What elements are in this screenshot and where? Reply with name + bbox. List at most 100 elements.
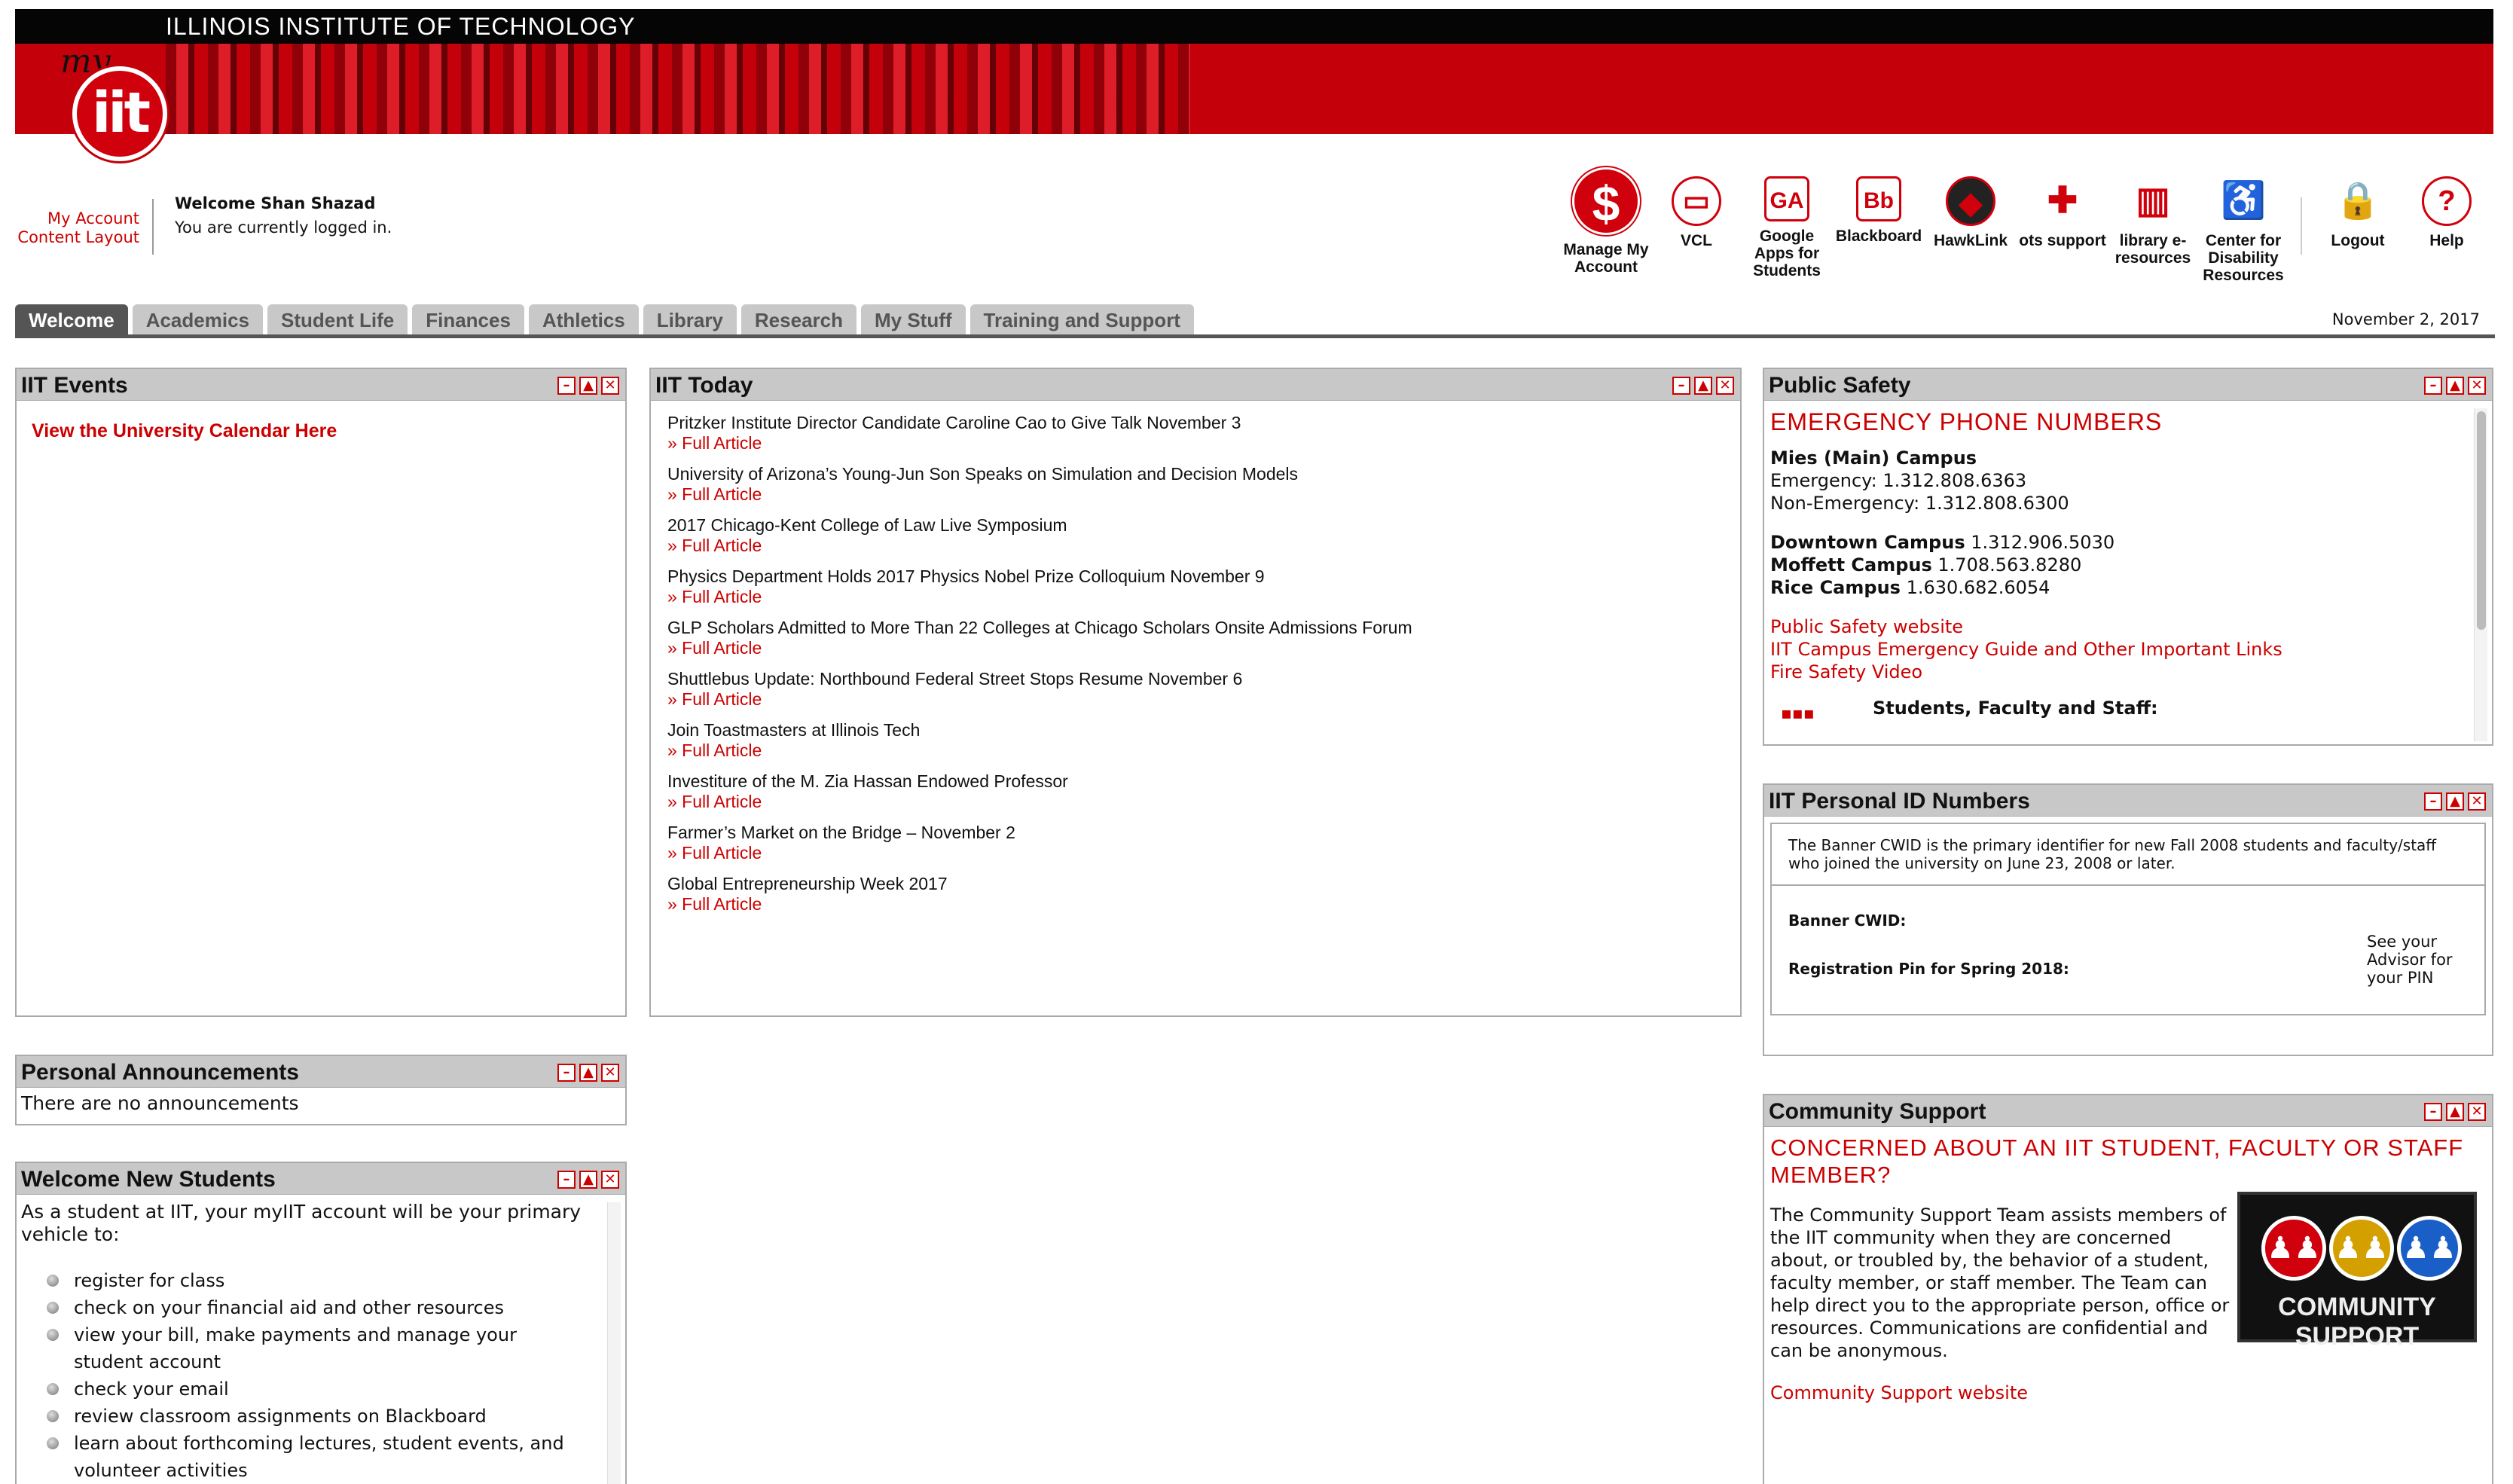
quick-link-google-apps[interactable]: GA Google Apps for Students (1743, 167, 1831, 279)
quick-link-ots-support[interactable]: ✚ ots support (2019, 167, 2106, 249)
rice-campus: Rice Campus 1.630.682.6054 (1770, 576, 2486, 599)
public-safety-website-link[interactable]: Public Safety website (1770, 615, 2486, 638)
news-item: Investiture of the M. Zia Hassan Endowed… (667, 771, 1724, 812)
current-date: November 2, 2017 (2331, 310, 2480, 328)
news-item: Shuttlebus Update: Northbound Federal St… (667, 669, 1724, 710)
portlet-controls: – ▲ ✕ (2424, 377, 2486, 395)
quick-link-label: VCL (1681, 232, 1712, 249)
emergency-guide-link[interactable]: IIT Campus Emergency Guide and Other Imp… (1770, 638, 2486, 661)
library-icon: ▥ (2136, 181, 2170, 221)
minimize-icon[interactable]: – (2424, 377, 2442, 395)
pin-note: See your Advisor for your PIN (2367, 933, 2453, 987)
people-icon: ♟♟ (2261, 1216, 2326, 1281)
quick-link-library[interactable]: ▥ library e-resources (2109, 167, 2197, 267)
portlet-header: IIT Events – ▲ ✕ (17, 369, 625, 401)
mies-campus: Mies (Main) Campus (1770, 447, 2486, 469)
maximize-icon[interactable]: ▲ (2446, 1103, 2464, 1121)
welcome-scrollbar[interactable] (607, 1202, 621, 1484)
full-article-link[interactable]: » Full Article (667, 638, 1724, 658)
tab-library[interactable]: Library (643, 304, 737, 334)
full-article-link[interactable]: » Full Article (667, 740, 1724, 761)
close-icon[interactable]: ✕ (601, 1064, 619, 1082)
help-button[interactable]: ? Help (2403, 167, 2490, 249)
tab-research[interactable]: Research (740, 304, 856, 334)
close-icon[interactable]: ✕ (2468, 792, 2486, 811)
news-headline: Global Entrepreneurship Week 2017 (667, 874, 948, 893)
full-article-link[interactable]: » Full Article (667, 587, 1724, 607)
moffett-campus: Moffett Campus 1.708.563.8280 (1770, 554, 2486, 576)
scrollbar-thumb[interactable] (2477, 411, 2486, 630)
public-safety-scrollbar[interactable] (2474, 408, 2487, 741)
maximize-icon[interactable]: ▲ (1694, 377, 1712, 395)
id-info-box: The Banner CWID is the primary identifie… (1770, 823, 2486, 1015)
tab-finances[interactable]: Finances (412, 304, 524, 334)
myiit-logo[interactable]: my iit (53, 35, 188, 163)
minimize-icon[interactable]: – (557, 377, 576, 395)
portlet-title: IIT Today (655, 373, 753, 398)
maximize-icon[interactable]: ▲ (2446, 377, 2464, 395)
tab-academics[interactable]: Academics (132, 304, 263, 334)
fire-safety-video-link[interactable]: Fire Safety Video (1770, 661, 2486, 683)
iit-alert-logo-icon: ▪▪▪ (1781, 704, 1815, 723)
quick-link-label: Blackboard (1835, 227, 1922, 245)
tab-athletics[interactable]: Athletics (528, 304, 639, 334)
minimize-icon[interactable]: – (2424, 1103, 2442, 1121)
portlet-title: Public Safety (1769, 373, 1911, 398)
news-headline: Investiture of the M. Zia Hassan Endowed… (667, 771, 1068, 791)
id-values: Banner CWID: Registration Pin for Spring… (1772, 886, 2484, 1014)
tab-welcome[interactable]: Welcome (15, 304, 128, 334)
maximize-icon[interactable]: ▲ (579, 377, 597, 395)
my-account-link[interactable]: My Account (47, 209, 139, 227)
full-article-link[interactable]: » Full Article (667, 433, 1724, 453)
minimize-icon[interactable]: – (557, 1064, 576, 1082)
news-item: Pritzker Institute Director Candidate Ca… (667, 413, 1724, 453)
community-support-website-link[interactable]: Community Support website (1770, 1382, 2486, 1404)
quick-link-label: Logout (2331, 232, 2385, 249)
content-layout-link[interactable]: Content Layout (17, 228, 139, 246)
maximize-icon[interactable]: ▲ (579, 1064, 597, 1082)
logout-button[interactable]: 🔒 Logout (2314, 167, 2402, 249)
campus-label: Moffett Campus (1770, 554, 1932, 576)
close-icon[interactable]: ✕ (2468, 1103, 2486, 1121)
full-article-link[interactable]: » Full Article (667, 894, 1724, 915)
news-headline: Physics Department Holds 2017 Physics No… (667, 566, 1265, 586)
full-article-link[interactable]: » Full Article (667, 689, 1724, 710)
full-article-link[interactable]: » Full Article (667, 484, 1724, 505)
quick-link-blackboard[interactable]: Bb Blackboard (1835, 167, 1922, 245)
full-article-link[interactable]: » Full Article (667, 792, 1724, 812)
quick-link-disability[interactable]: ♿ Center for Disability Resources (2200, 167, 2287, 284)
public-safety-body: EMERGENCY PHONE NUMBERS Mies (Main) Camp… (1764, 401, 2492, 727)
university-calendar-link[interactable]: View the University Calendar Here (32, 420, 613, 442)
blackboard-icon: Bb (1856, 176, 1901, 221)
news-headline: Pritzker Institute Director Candidate Ca… (667, 413, 1241, 432)
full-article-link[interactable]: » Full Article (667, 536, 1724, 556)
hawk-icon: ◆ (1946, 176, 1995, 226)
close-icon[interactable]: ✕ (601, 1171, 619, 1189)
quick-link-hawklink[interactable]: ◆ HawkLink (1927, 167, 2014, 249)
tab-my-stuff[interactable]: My Stuff (860, 304, 966, 334)
maximize-icon[interactable]: ▲ (579, 1171, 597, 1189)
close-icon[interactable]: ✕ (601, 377, 619, 395)
quick-link-manage-account[interactable]: $ Manage My Account (1562, 167, 1650, 276)
portlet-controls: – ▲ ✕ (557, 1064, 619, 1082)
quick-link-vcl[interactable]: ▭ VCL (1653, 167, 1740, 249)
full-article-link[interactable]: » Full Article (667, 843, 1724, 863)
community-text: The Community Support Team assists membe… (1770, 1205, 2230, 1361)
login-status: You are currently logged in. (175, 218, 392, 237)
close-icon[interactable]: ✕ (2468, 377, 2486, 395)
tab-training-support[interactable]: Training and Support (969, 304, 1194, 334)
campus-label: Downtown Campus (1770, 532, 1965, 553)
minimize-icon[interactable]: – (1672, 377, 1690, 395)
tab-student-life[interactable]: Student Life (267, 304, 408, 334)
portlet-header: Welcome New Students – ▲ ✕ (17, 1163, 625, 1195)
help-icon: ? (2422, 176, 2472, 226)
maximize-icon[interactable]: ▲ (2446, 792, 2464, 811)
list-item: check on your financial aid and other re… (47, 1294, 588, 1321)
minimize-icon[interactable]: – (2424, 792, 2442, 811)
minimize-icon[interactable]: – (557, 1171, 576, 1189)
close-icon[interactable]: ✕ (1716, 377, 1734, 395)
tab-underline (15, 334, 2495, 338)
portlet-header: Personal Announcements – ▲ ✕ (17, 1056, 625, 1088)
portlet-title: Personal Announcements (21, 1060, 299, 1085)
welcome-user: Welcome Shan Shazad (175, 194, 376, 212)
